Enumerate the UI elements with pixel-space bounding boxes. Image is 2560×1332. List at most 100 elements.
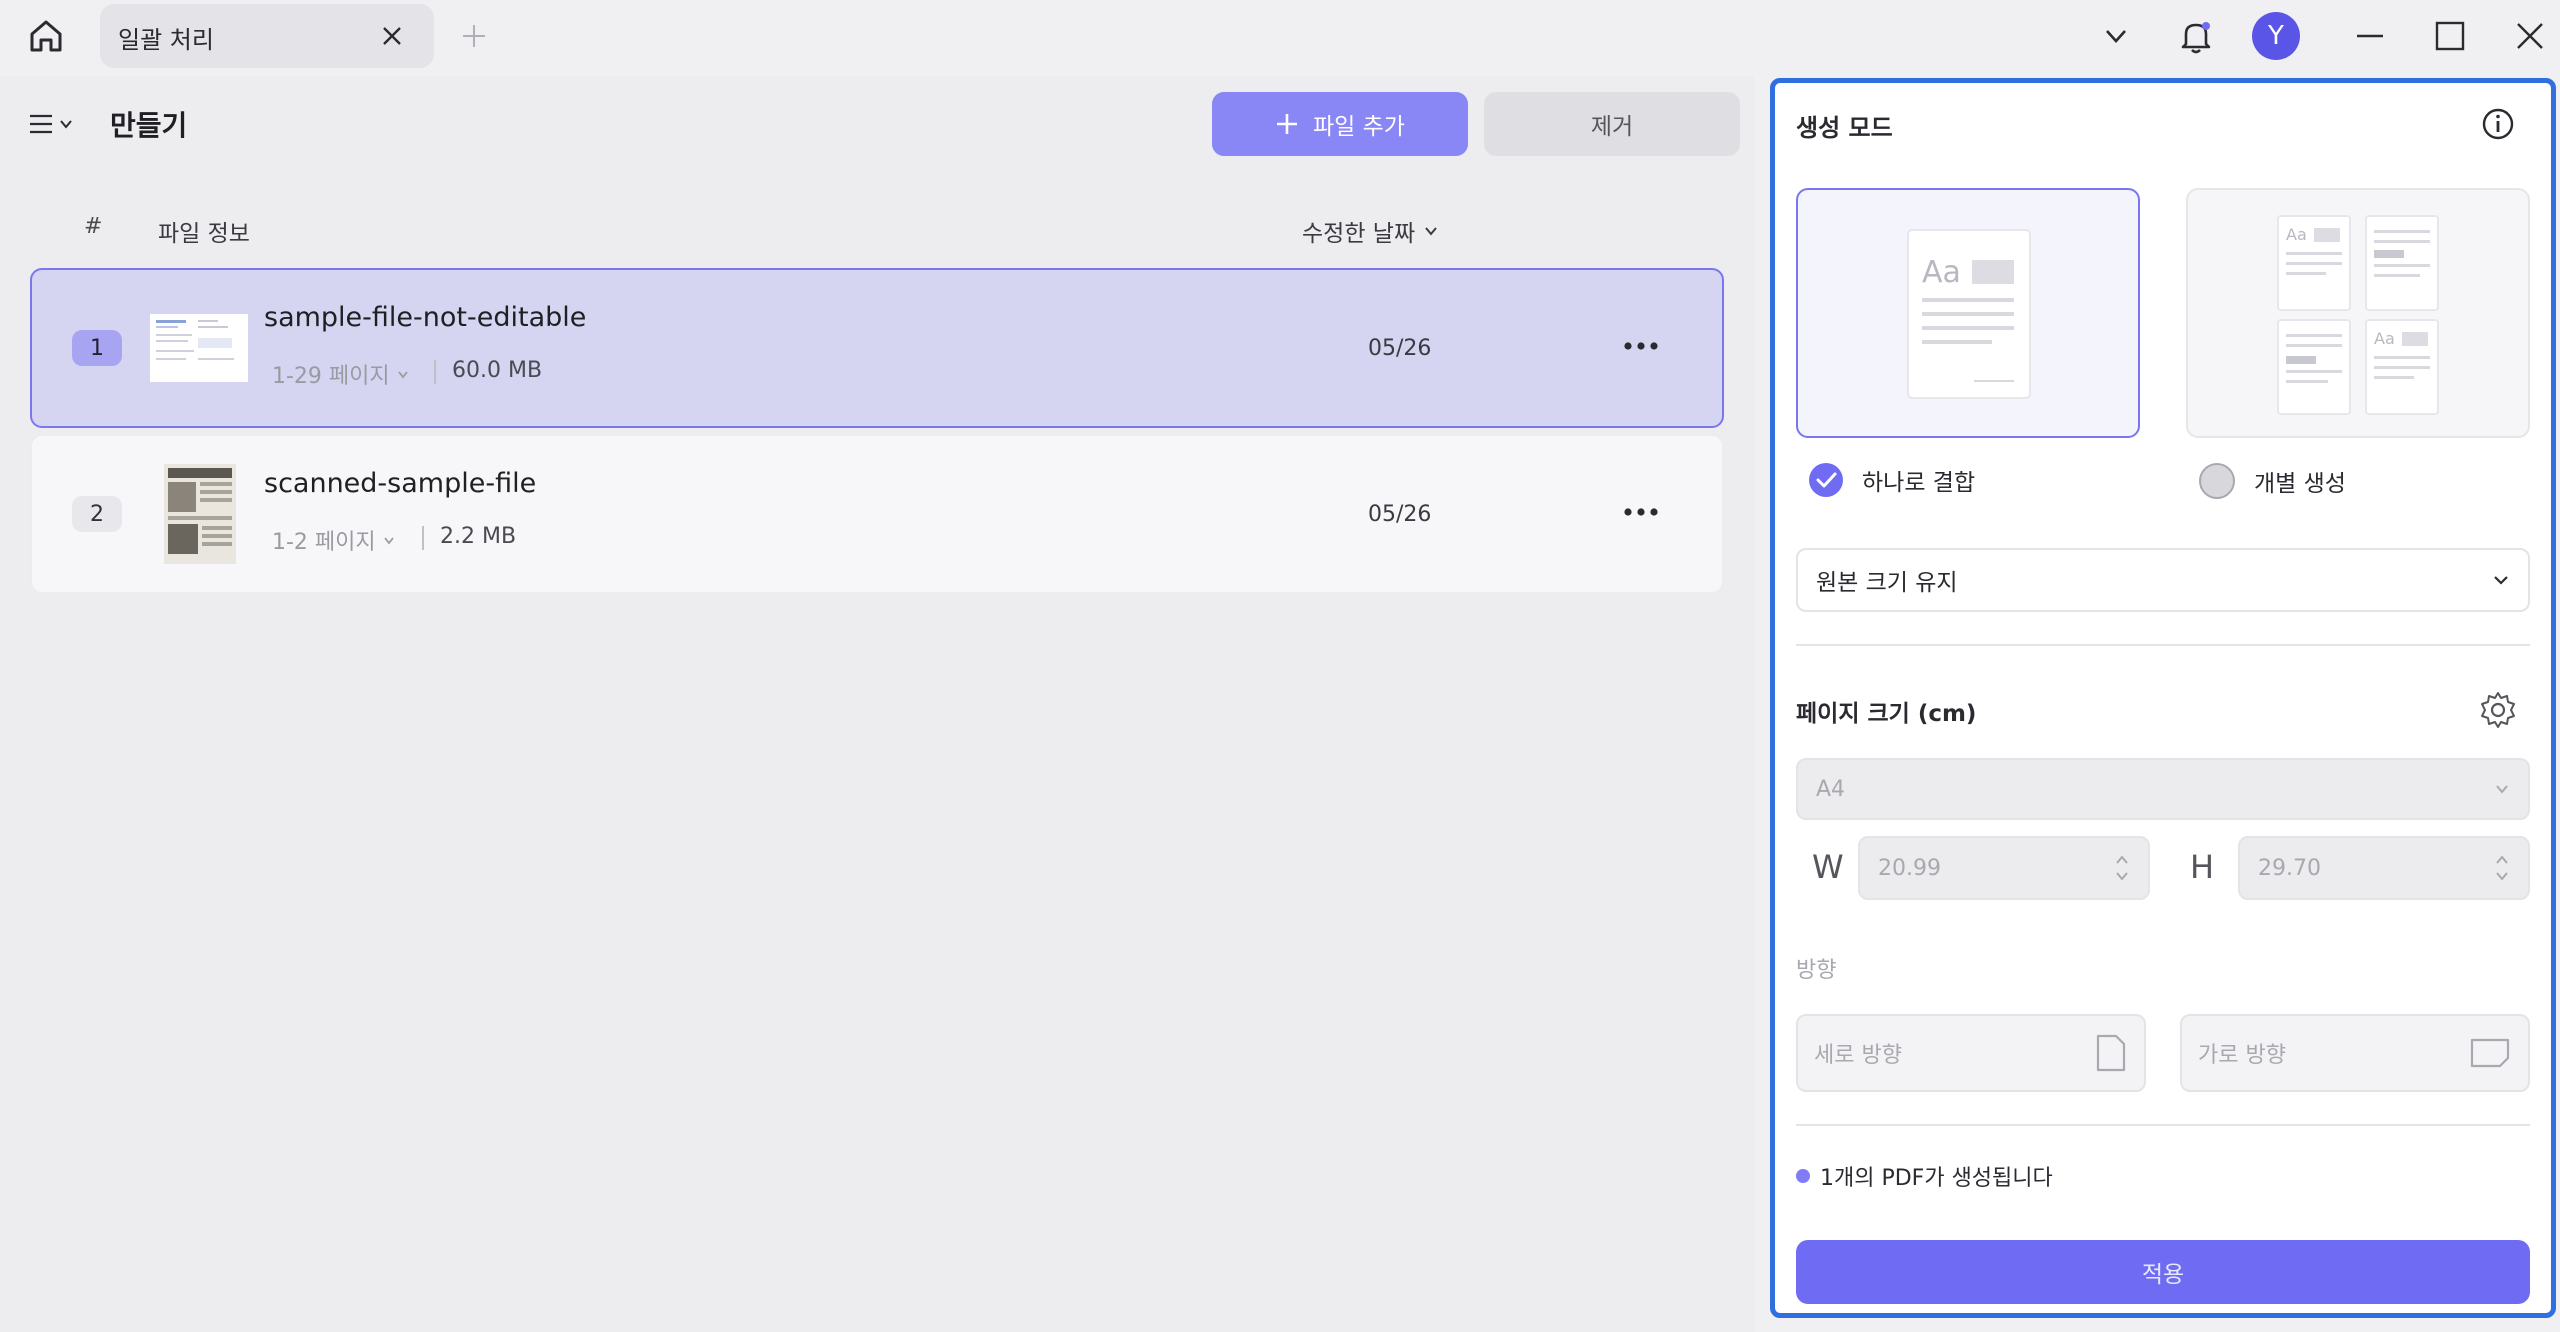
page-range-selector[interactable]: 1-29 페이지 xyxy=(272,358,410,390)
remove-button[interactable]: 제거 xyxy=(1484,92,1740,156)
file-date: 05/26 xyxy=(1368,502,1432,527)
svg-text:Aa: Aa xyxy=(1922,255,1961,290)
landscape-button[interactable]: 가로 방향 xyxy=(2180,1014,2530,1092)
file-size: 2.2 MB xyxy=(440,524,517,549)
column-modified-header[interactable]: 수정한 날짜 xyxy=(1302,214,1439,248)
single-document-icon: Aa xyxy=(1907,229,2031,399)
landscape-page-icon xyxy=(2470,1038,2510,1068)
minimize-icon xyxy=(2357,34,2383,38)
separate-mode-card[interactable]: Aa Aa xyxy=(2186,188,2530,438)
width-value: 20.99 xyxy=(1878,855,1941,881)
svg-text:Aa: Aa xyxy=(2374,329,2395,348)
row-index-badge: 2 xyxy=(72,496,122,532)
home-button[interactable] xyxy=(20,14,72,58)
plus-icon xyxy=(463,25,485,47)
file-size: 60.0 MB xyxy=(452,358,543,383)
more-icon xyxy=(1624,342,1658,350)
new-tab-button[interactable] xyxy=(456,18,492,54)
file-date: 05/26 xyxy=(1368,336,1432,361)
file-name: sample-file-not-editable xyxy=(264,302,587,333)
bell-icon xyxy=(2181,22,2211,54)
status-dot-icon xyxy=(1796,1169,1810,1183)
chevron-down-icon xyxy=(383,537,394,545)
tab-close-button[interactable] xyxy=(374,18,410,54)
chevron-down-icon xyxy=(1425,227,1437,236)
settings-button[interactable] xyxy=(2476,688,2520,732)
portrait-label: 세로 방향 xyxy=(1814,1043,1902,1068)
combine-radio[interactable]: 하나로 결합 xyxy=(1808,462,1975,498)
paper-size-dropdown[interactable]: A4 xyxy=(1796,758,2530,820)
maximize-button[interactable] xyxy=(2428,14,2472,58)
svg-text:Aa: Aa xyxy=(2286,225,2307,244)
width-input[interactable]: 20.99 xyxy=(1858,836,2150,900)
file-thumbnail xyxy=(164,464,236,564)
height-input[interactable]: 29.70 xyxy=(2238,836,2530,900)
more-options-button[interactable] xyxy=(1618,326,1664,366)
combine-label: 하나로 결합 xyxy=(1862,470,1976,496)
tab-label: 일괄 처리 xyxy=(118,26,214,54)
page-title: 만들기 xyxy=(110,109,188,142)
check-circle-icon xyxy=(1809,463,1843,497)
chevron-down-icon xyxy=(2496,785,2508,794)
maximize-icon xyxy=(2435,21,2465,51)
file-name: scanned-sample-file xyxy=(264,468,537,499)
separator xyxy=(422,526,424,550)
stepper-icon[interactable] xyxy=(2114,851,2130,885)
portrait-button[interactable]: 세로 방향 xyxy=(1796,1014,2146,1092)
orientation-title: 방향 xyxy=(1796,958,1837,983)
paper-size-value: A4 xyxy=(1816,776,1846,802)
apply-button[interactable]: 적용 xyxy=(1796,1240,2530,1304)
plus-icon xyxy=(1277,114,1298,134)
column-modified-label: 수정한 날짜 xyxy=(1302,221,1416,247)
combine-mode-card[interactable]: Aa xyxy=(1796,188,2140,438)
status-message: 1개의 PDF가 생성됩니다 xyxy=(1796,1160,2053,1192)
file-thumbnail xyxy=(150,314,248,382)
add-file-button[interactable]: 파일 추가 xyxy=(1212,92,1468,156)
separator xyxy=(434,360,436,384)
menu-button[interactable] xyxy=(28,104,84,144)
mode-title: 생성 모드 xyxy=(1796,114,1893,142)
close-window-button[interactable] xyxy=(2508,14,2552,58)
separate-radio[interactable]: 개별 생성 xyxy=(2198,462,2346,500)
size-mode-value: 원본 크기 유지 xyxy=(1816,570,1958,596)
height-value: 29.70 xyxy=(2258,855,2321,881)
stepper-icon[interactable] xyxy=(2494,851,2510,885)
multiple-documents-icon: Aa Aa xyxy=(2277,215,2439,415)
more-options-button[interactable] xyxy=(1618,492,1664,532)
page-range-selector[interactable]: 1-2 페이지 xyxy=(272,524,396,556)
info-icon xyxy=(2482,108,2514,140)
separate-label: 개별 생성 xyxy=(2254,471,2346,497)
close-icon xyxy=(2517,23,2543,49)
gear-icon xyxy=(2481,692,2515,728)
chevron-down-icon xyxy=(60,120,72,129)
status-text: 1개의 PDF가 생성됩니다 xyxy=(1820,1166,2053,1191)
size-mode-dropdown[interactable]: 원본 크기 유지 xyxy=(1796,548,2530,612)
minimize-button[interactable] xyxy=(2348,14,2392,58)
file-list-panel xyxy=(0,76,1754,1332)
width-label: W xyxy=(1812,848,1844,886)
dropdown-button[interactable] xyxy=(2094,14,2138,58)
chevron-down-icon xyxy=(2106,30,2126,43)
column-file-info-header: 파일 정보 xyxy=(158,221,250,247)
home-icon xyxy=(30,20,62,52)
add-file-label: 파일 추가 xyxy=(1313,114,1405,140)
row-index-badge: 1 xyxy=(72,330,122,366)
portrait-page-icon xyxy=(2096,1034,2126,1072)
height-label: H xyxy=(2190,848,2215,886)
hamburger-icon xyxy=(30,114,52,134)
more-icon xyxy=(1624,508,1658,516)
page-size-title: 페이지 크기 (cm) xyxy=(1796,701,1977,727)
page-range-label: 1-29 페이지 xyxy=(272,364,390,389)
column-index-header: # xyxy=(84,214,103,239)
radio-empty-icon xyxy=(2199,463,2235,499)
info-button[interactable] xyxy=(2478,104,2518,144)
notification-button[interactable] xyxy=(2174,14,2218,58)
chevron-down-icon xyxy=(2494,576,2508,585)
user-avatar[interactable]: Y xyxy=(2252,12,2300,60)
chevron-down-icon xyxy=(397,371,408,379)
landscape-label: 가로 방향 xyxy=(2198,1043,2286,1068)
divider xyxy=(1796,644,2530,646)
table-row[interactable] xyxy=(30,268,1724,428)
page-range-label: 1-2 페이지 xyxy=(272,530,376,555)
table-row[interactable] xyxy=(30,434,1724,594)
